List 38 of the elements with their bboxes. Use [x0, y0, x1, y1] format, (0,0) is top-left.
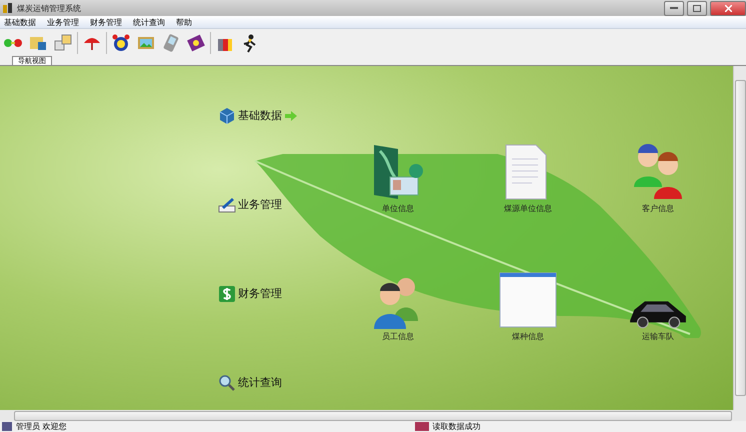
- app-icon: [2, 2, 14, 14]
- status-text: 管理员 欢迎您: [16, 421, 67, 432]
- module-link[interactable]: 煤种信息: [512, 331, 544, 342]
- car-icon: [628, 299, 688, 329]
- nav-link[interactable]: 业务管理: [238, 197, 282, 212]
- minimize-icon: [670, 7, 678, 9]
- close-icon: [724, 4, 732, 12]
- minimize-button[interactable]: [664, 0, 684, 16]
- toolbar-button[interactable]: [110, 32, 132, 54]
- cube-icon: [218, 106, 236, 124]
- vertical-scrollbar[interactable]: [733, 66, 746, 410]
- menu-item[interactable]: 业务管理: [47, 16, 79, 28]
- toolbar-button[interactable]: [185, 32, 207, 54]
- search-icon: [218, 374, 236, 392]
- window-title: 煤炭运销管理系统: [17, 2, 82, 14]
- maximize-icon: [693, 4, 701, 12]
- module-link[interactable]: 煤源单位信息: [504, 203, 552, 214]
- user-icon: [2, 422, 12, 431]
- pen-paper-icon: [218, 196, 236, 214]
- menu-item[interactable]: 帮助: [176, 16, 192, 28]
- module-link[interactable]: 运输车队: [642, 331, 674, 342]
- copy-icon: [53, 32, 73, 52]
- module-link[interactable]: 员工信息: [382, 331, 414, 342]
- nav-link[interactable]: 财务管理: [238, 286, 282, 301]
- menu-item[interactable]: 基础数据: [4, 16, 36, 28]
- maximize-button[interactable]: [687, 0, 707, 16]
- status-text: 读取数据成功: [432, 421, 481, 432]
- horizontal-scrollbar[interactable]: [0, 410, 746, 421]
- close-button[interactable]: [710, 0, 746, 16]
- menu-item[interactable]: 统计查询: [133, 16, 165, 28]
- module-link[interactable]: 单位信息: [382, 203, 414, 214]
- dollar-icon: [218, 284, 236, 302]
- nav-link[interactable]: 统计查询: [238, 375, 282, 390]
- alarm-clock-icon: [111, 32, 131, 52]
- nav-link[interactable]: 基础数据: [238, 108, 282, 123]
- module-link[interactable]: 客户信息: [642, 203, 674, 214]
- status-icon: [414, 422, 429, 431]
- menu-item[interactable]: 财务管理: [90, 16, 122, 28]
